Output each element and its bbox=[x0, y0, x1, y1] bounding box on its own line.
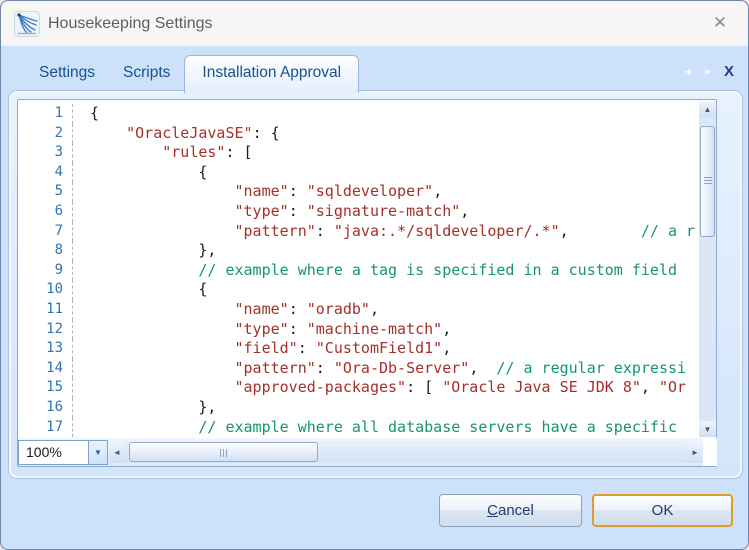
code-line: 9 // example where a tag is specified in… bbox=[18, 261, 696, 281]
code-line: 2 "OracleJavaSE": { bbox=[18, 124, 696, 144]
code-line: 5 "name": "sqldeveloper", bbox=[18, 182, 696, 202]
housekeeping-settings-dialog: Housekeeping Settings ✕ SettingsScriptsI… bbox=[0, 0, 749, 550]
line-number: 15 bbox=[18, 378, 73, 398]
line-number: 11 bbox=[18, 300, 73, 320]
scroll-right-icon[interactable]: ► bbox=[687, 441, 703, 463]
vertical-scrollbar[interactable]: ▲ ▼ bbox=[699, 101, 716, 437]
code-text: "type": "machine-match", bbox=[73, 320, 451, 340]
line-number: 1 bbox=[18, 104, 73, 124]
cancel-button[interactable]: Cancel bbox=[439, 494, 582, 527]
line-number: 17 bbox=[18, 418, 73, 438]
line-number: 14 bbox=[18, 359, 73, 379]
scroll-left-icon[interactable]: ◄ bbox=[109, 441, 125, 463]
code-text: "pattern": "java:.*/sqldeveloper/.*", //… bbox=[73, 222, 695, 242]
tab-scripts[interactable]: Scripts bbox=[109, 56, 184, 92]
code-line: 16 }, bbox=[18, 398, 696, 418]
tab-scroll-right-icon[interactable]: ► bbox=[703, 66, 714, 78]
line-number: 12 bbox=[18, 320, 73, 340]
line-number: 3 bbox=[18, 143, 73, 163]
tab-settings[interactable]: Settings bbox=[25, 56, 109, 92]
line-number: 6 bbox=[18, 202, 73, 222]
titlebar: Housekeeping Settings ✕ bbox=[1, 1, 748, 46]
code-text: // example where all database servers ha… bbox=[73, 418, 677, 438]
code-line: 4 { bbox=[18, 163, 696, 183]
code-text: { bbox=[73, 104, 99, 124]
line-number: 4 bbox=[18, 163, 73, 183]
code-text: }, bbox=[73, 241, 216, 261]
zoom-combo[interactable]: 100% ▼ bbox=[18, 440, 108, 465]
code-text: "type": "signature-match", bbox=[73, 202, 469, 222]
window-close-icon[interactable]: ✕ bbox=[702, 7, 738, 39]
code-line: 15 "approved-packages": [ "Oracle Java S… bbox=[18, 378, 696, 398]
app-icon bbox=[14, 11, 40, 37]
horizontal-scrollbar[interactable] bbox=[125, 441, 687, 463]
code-text: }, bbox=[73, 398, 216, 418]
line-number: 2 bbox=[18, 124, 73, 144]
code-text: "rules": [ bbox=[73, 143, 253, 163]
line-number: 8 bbox=[18, 241, 73, 261]
zoom-dropdown-icon[interactable]: ▼ bbox=[89, 440, 108, 465]
code-text: "name": "oradb", bbox=[73, 300, 379, 320]
code-line: 6 "type": "signature-match", bbox=[18, 202, 696, 222]
tab-nav: ◄ ► X bbox=[682, 63, 734, 80]
code-line: 10 { bbox=[18, 280, 696, 300]
window-title: Housekeeping Settings bbox=[48, 15, 213, 33]
line-number: 10 bbox=[18, 280, 73, 300]
code-line: 8 }, bbox=[18, 241, 696, 261]
ok-button[interactable]: OK bbox=[592, 494, 733, 527]
vertical-scrollbar-thumb[interactable] bbox=[700, 126, 715, 237]
line-number: 7 bbox=[18, 222, 73, 242]
scrollbar-grip bbox=[220, 449, 229, 457]
code-lines[interactable]: 1{2 "OracleJavaSE": {3 "rules": [4 {5 "n… bbox=[18, 101, 696, 437]
code-line: 13 "field": "CustomField1", bbox=[18, 339, 696, 359]
code-text: { bbox=[73, 163, 207, 183]
line-number: 13 bbox=[18, 339, 73, 359]
scrollbar-corner bbox=[703, 438, 717, 466]
code-line: 11 "name": "oradb", bbox=[18, 300, 696, 320]
code-text: "field": "CustomField1", bbox=[73, 339, 451, 359]
code-text: "OracleJavaSE": { bbox=[73, 124, 280, 144]
code-line: 12 "type": "machine-match", bbox=[18, 320, 696, 340]
code-text: "approved-packages": [ "Oracle Java SE J… bbox=[73, 378, 686, 398]
line-number: 5 bbox=[18, 182, 73, 202]
code-text: "name": "sqldeveloper", bbox=[73, 182, 442, 202]
tab-strip: SettingsScriptsInstallation Approval bbox=[1, 46, 748, 92]
code-text: "pattern": "Ora-Db-Server", // a regular… bbox=[73, 359, 686, 379]
code-line: 1{ bbox=[18, 104, 696, 124]
code-line: 7 "pattern": "java:.*/sqldeveloper/.*", … bbox=[18, 222, 696, 242]
code-text: { bbox=[73, 280, 207, 300]
code-line: 14 "pattern": "Ora-Db-Server", // a regu… bbox=[18, 359, 696, 379]
horizontal-scrollbar-thumb[interactable] bbox=[129, 442, 318, 462]
scroll-up-icon[interactable]: ▲ bbox=[699, 101, 716, 117]
zoom-level-value[interactable]: 100% bbox=[18, 440, 89, 465]
tab-scroll-left-icon[interactable]: ◄ bbox=[682, 66, 693, 78]
code-line: 3 "rules": [ bbox=[18, 143, 696, 163]
tab-installation-approval[interactable]: Installation Approval bbox=[184, 55, 359, 93]
code-line: 17 // example where all database servers… bbox=[18, 418, 696, 438]
tab-close-icon[interactable]: X bbox=[724, 63, 734, 80]
scroll-down-icon[interactable]: ▼ bbox=[699, 421, 716, 437]
line-number: 9 bbox=[18, 261, 73, 281]
code-text: // example where a tag is specified in a… bbox=[73, 261, 677, 281]
scrollbar-grip bbox=[704, 177, 712, 185]
line-number: 16 bbox=[18, 398, 73, 418]
